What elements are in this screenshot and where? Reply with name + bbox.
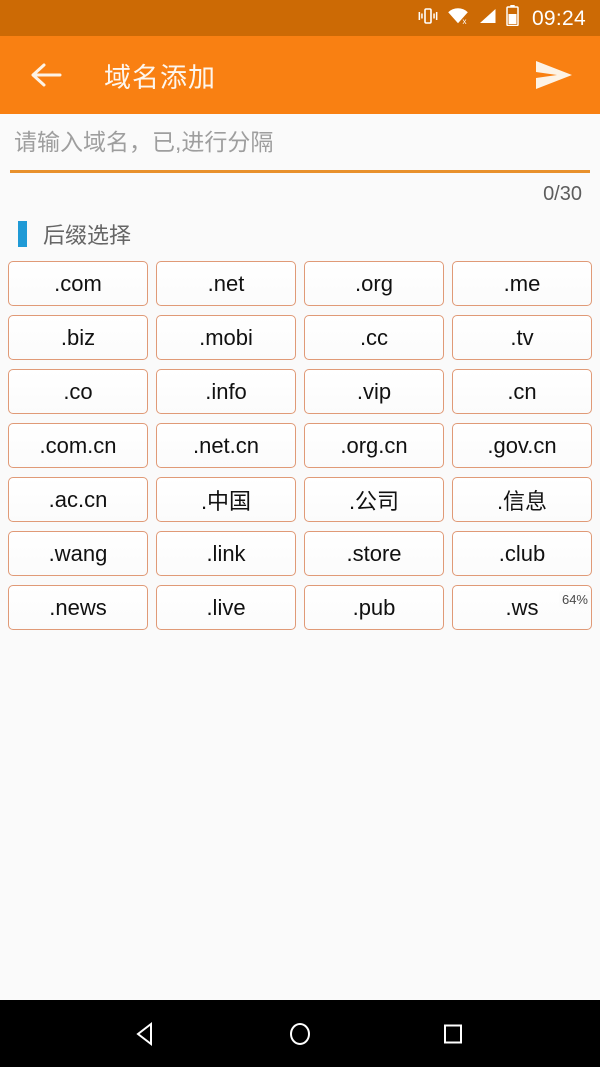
wifi-off-icon: x: [447, 7, 469, 30]
page-title: 域名添加: [104, 62, 216, 93]
section-title: 后缀选择: [43, 223, 132, 248]
svg-text:x: x: [462, 17, 466, 25]
vibrate-icon: [418, 6, 438, 31]
suffix-chip[interactable]: .tv: [452, 315, 592, 360]
section-header: 后缀选择: [0, 213, 600, 257]
suffix-chip[interactable]: .club: [452, 531, 592, 576]
suffix-chip[interactable]: .com.cn: [8, 423, 148, 468]
suffix-chip[interactable]: .store: [304, 531, 444, 576]
suffix-chip[interactable]: .net: [156, 261, 296, 306]
suffix-chip[interactable]: .信息: [452, 477, 592, 522]
suffix-chip[interactable]: .ac.cn: [8, 477, 148, 522]
suffix-chip[interactable]: .news: [8, 585, 148, 630]
android-nav-bar: [0, 1000, 600, 1067]
nav-home-icon[interactable]: [270, 1004, 330, 1064]
suffix-chip[interactable]: .link: [156, 531, 296, 576]
suffix-chip[interactable]: .net.cn: [156, 423, 296, 468]
section-accent-bar: [18, 221, 27, 247]
suffix-chip[interactable]: .cc: [304, 315, 444, 360]
suffix-grid: .com .net .org .me .biz .mobi .cc .tv .co .info .v…: [0, 257, 600, 630]
suffix-chip[interactable]: .info: [156, 369, 296, 414]
app-bar: 域名添加: [0, 36, 600, 114]
suffix-chip[interactable]: .ws: [452, 585, 592, 630]
input-section: 0/30: [0, 114, 600, 213]
signal-icon: [478, 7, 497, 30]
suffix-chip[interactable]: .中国: [156, 477, 296, 522]
domain-input[interactable]: [10, 114, 590, 170]
suffix-chip[interactable]: .org.cn: [304, 423, 444, 468]
status-clock: 09:24: [531, 6, 586, 30]
suffix-chip[interactable]: .vip: [304, 369, 444, 414]
suffix-chip[interactable]: .公司: [304, 477, 444, 522]
battery-icon: [506, 5, 519, 31]
nav-back-icon[interactable]: [117, 1004, 177, 1064]
suffix-chip[interactable]: .gov.cn: [452, 423, 592, 468]
suffix-chip[interactable]: .me: [452, 261, 592, 306]
char-counter: 0/30: [543, 183, 582, 205]
empty-area: [0, 630, 600, 1000]
back-arrow-icon[interactable]: [26, 54, 68, 96]
phone-screen: x 09:24 域名添加 请输入域名，已,进行分隔 0/30 后缀选择 .com…: [0, 0, 600, 1067]
suffix-chip[interactable]: .cn: [452, 369, 592, 414]
suffix-chip[interactable]: .org: [304, 261, 444, 306]
send-icon[interactable]: [530, 51, 578, 99]
suffix-chip[interactable]: .mobi: [156, 315, 296, 360]
status-bar: x 09:24: [0, 0, 600, 36]
nav-recents-icon[interactable]: [423, 1004, 483, 1064]
suffix-chip[interactable]: .com: [8, 261, 148, 306]
suffix-chip[interactable]: .pub: [304, 585, 444, 630]
suffix-chip[interactable]: .co: [8, 369, 148, 414]
suffix-chip[interactable]: .biz: [8, 315, 148, 360]
suffix-chip[interactable]: .live: [156, 585, 296, 630]
suffix-chip[interactable]: .wang: [8, 531, 148, 576]
